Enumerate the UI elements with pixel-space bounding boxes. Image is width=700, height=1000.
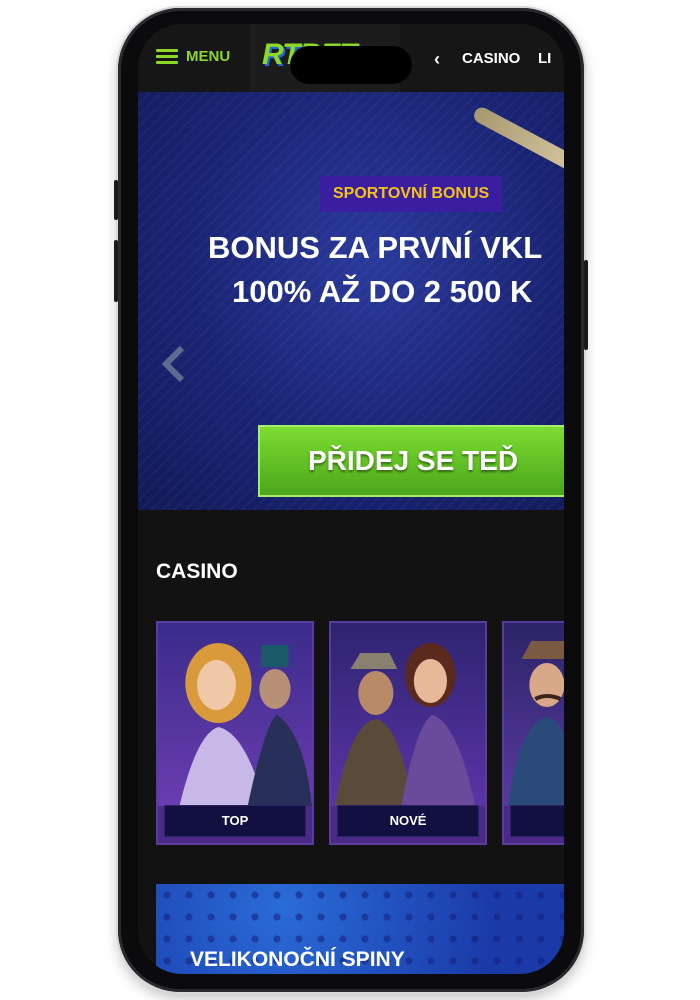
banner-decoration	[471, 104, 564, 176]
section-title-casino: CASINO	[156, 560, 238, 583]
bonus-badge: SPORTOVNÍ BONUS	[320, 176, 503, 212]
hero-headline: BONUS ZA PRVNÍ VKL 100% AŽ DO 2 500 K	[208, 226, 564, 314]
nav-link-casino[interactable]: CASINO	[462, 50, 520, 67]
game-artwork	[158, 623, 312, 806]
game-artwork	[331, 623, 485, 806]
casino-tile-popular[interactable]: PO	[502, 621, 564, 845]
casino-tile-new[interactable]: NOVÉ	[329, 621, 487, 845]
carousel-prev-icon[interactable]	[160, 344, 190, 384]
dynamic-island	[290, 46, 412, 84]
tile-label: TOP	[164, 805, 306, 837]
phone-side-button	[114, 180, 118, 220]
promo-card[interactable]: VELIKONOČNÍ SPINY	[156, 884, 564, 974]
tile-label: PO	[510, 805, 564, 837]
join-now-button[interactable]: PŘIDEJ SE TEĎ	[258, 425, 564, 497]
chevron-left-icon[interactable]: ‹	[434, 49, 440, 70]
nav-link-live[interactable]: LI	[538, 50, 551, 67]
headline-line-1: BONUS ZA PRVNÍ VKL	[208, 230, 543, 265]
menu-label: MENU	[186, 48, 231, 65]
phone-side-button	[584, 260, 588, 350]
hero-banner: SPORTOVNÍ BONUS BONUS ZA PRVNÍ VKL 100% …	[138, 92, 564, 510]
phone-screen: MENU RTBET ‹ CASINO LI SPORTOVNÍ BONUS B…	[138, 24, 564, 974]
menu-button[interactable]: MENU	[156, 48, 230, 65]
hamburger-icon	[156, 48, 178, 65]
casino-tile-top[interactable]: TOP	[156, 621, 314, 845]
tile-label: NOVÉ	[337, 805, 479, 837]
headline-line-2: 100% AŽ DO 2 500 K	[232, 274, 533, 309]
game-artwork	[504, 623, 564, 806]
promo-title: VELIKONOČNÍ SPINY	[190, 948, 405, 971]
phone-side-button	[114, 240, 118, 302]
